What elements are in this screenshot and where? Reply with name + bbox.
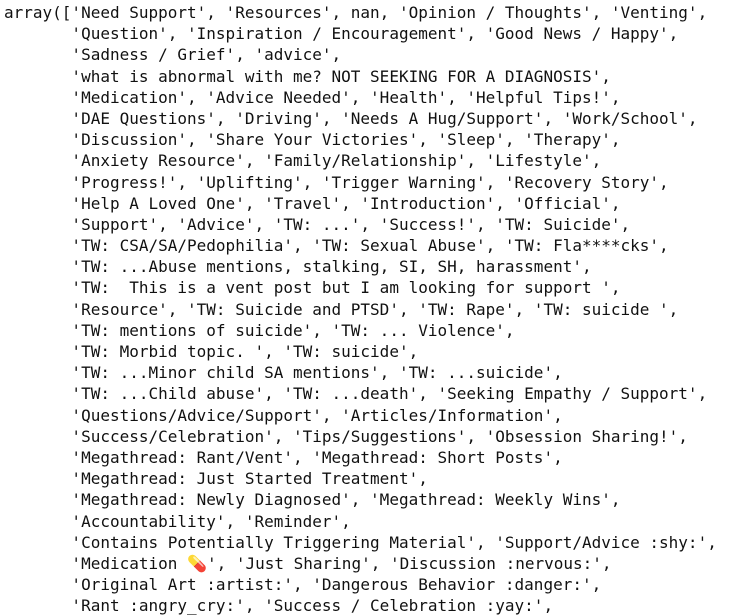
output-line: 'TW: Morbid topic. ', 'TW: suicide', [4, 342, 419, 361]
output-line: 'Medication 💊', 'Just Sharing', 'Discuss… [4, 553, 612, 573]
notebook-output: array(['Need Support', 'Resources', nan,… [4, 2, 717, 616]
output-line: array(['Need Support', 'Resources', nan,… [4, 3, 708, 22]
output-line: 'Accountability', 'Reminder', [4, 511, 351, 531]
output-line: 'Question', 'Inspiration / Encouragement… [4, 24, 679, 44]
output-line: 'Progress!', 'Uplifting', 'Trigger Warni… [4, 172, 669, 192]
output-line: 'Resource', 'TW: Suicide and PTSD', 'TW:… [4, 299, 679, 319]
output-line: 'Megathread: Rant/Vent', 'Megathread: Sh… [4, 447, 563, 467]
output-line: 'Medication', 'Advice Needed', 'Health',… [4, 87, 621, 107]
output-line: 'Help A Loved One', 'Travel', 'Introduct… [4, 193, 621, 213]
output-line: 'TW: This is a vent post but I am lookin… [4, 278, 621, 298]
output-line: 'DAE Questions', 'Driving', 'Needs A Hug… [4, 108, 698, 128]
output-line: 'TW: CSA/SA/Pedophilia', 'TW: Sexual Abu… [4, 236, 669, 256]
output-line: 'TW: ...Child abuse', 'TW: ...death', 'S… [4, 384, 708, 404]
output-line: 'Megathread: Just Started Treatment', [4, 469, 428, 489]
output-line: 'Megathread: Newly Diagnosed', 'Megathre… [4, 490, 621, 510]
output-line: 'Anxiety Resource', 'Family/Relationship… [4, 151, 602, 171]
output-line: 'Discussion', 'Share Your Victories', 'S… [4, 130, 621, 150]
output-line: 'TW: mentions of suicide', 'TW: ... Viol… [4, 320, 515, 340]
output-line: 'Questions/Advice/Support', 'Articles/In… [4, 405, 563, 425]
output-line: 'Contains Potentially Triggering Materia… [4, 532, 717, 552]
output-line: 'Rant :angry_cry:', 'Success / Celebrati… [4, 596, 554, 616]
output-line: 'Original Art :artist:', 'Dangerous Beha… [4, 575, 602, 595]
output-line: 'Sadness / Grief', 'advice', [4, 45, 342, 65]
output-line: 'Success/Celebration', 'Tips/Suggestions… [4, 426, 688, 446]
output-line: 'Support', 'Advice', 'TW: ...', 'Success… [4, 214, 631, 234]
output-line: 'what is abnormal with me? NOT SEEKING F… [4, 66, 611, 86]
output-line: 'TW: ...Abuse mentions, stalking, SI, SH… [4, 257, 592, 277]
output-line: 'TW: ...Minor child SA mentions', 'TW: .… [4, 363, 563, 383]
